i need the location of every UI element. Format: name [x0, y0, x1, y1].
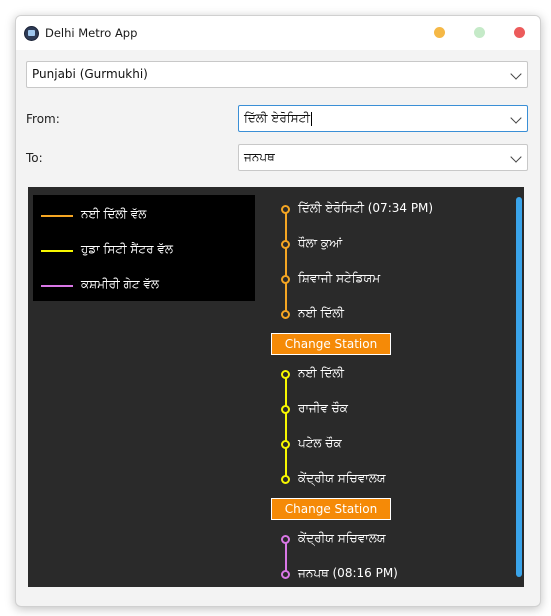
from-station-value: ਦਿੱਲੀ ਏਰੋਸਿਟੀ — [244, 111, 310, 125]
route-line-segment-1 — [285, 210, 287, 315]
to-label: To: — [26, 151, 43, 165]
from-label: From: — [26, 112, 60, 126]
station-label: ਨਈ ਦਿੱਲੀ — [298, 366, 344, 380]
station-marker — [281, 205, 290, 214]
app-window: Delhi Metro App Punjabi (Gurmukhi) From:… — [15, 15, 541, 607]
legend-line-swatch — [41, 285, 73, 287]
change-station-button[interactable]: Change Station — [271, 333, 391, 355]
station-label: ਧੌਲਾ ਕੁਆਂ — [298, 236, 343, 250]
station-marker — [281, 535, 290, 544]
station-marker — [281, 570, 290, 579]
station-marker — [281, 275, 290, 284]
station-marker — [281, 240, 290, 249]
station-label: ਪਟੇਲ ਚੌਕ — [298, 436, 342, 450]
station-label: ਕੇਂਦ੍ਰੀਯ ਸਚਿਵਾਲਯ — [298, 471, 386, 485]
chevron-down-icon — [510, 112, 522, 124]
from-station-select[interactable]: ਦਿੱਲੀ ਏਰੋਸਿਟੀ — [238, 105, 528, 132]
legend-line-swatch — [41, 215, 73, 217]
to-station-value: ਜਨਪਥ — [244, 150, 275, 164]
maximize-button[interactable] — [474, 27, 485, 38]
line-legend: ਨਈ ਦਿੱਲੀ ਵੱਲ ਹੁਡਾ ਸਿਟੀ ਸੈਂਟਰ ਵੱਲ ਕਸ਼ਮੀਰੀ… — [33, 195, 255, 301]
to-station-select[interactable]: ਜਨਪਥ — [238, 144, 528, 171]
station-label: ਜਨਪਥ (08:16 PM) — [298, 566, 398, 580]
text-cursor — [310, 111, 312, 126]
metro-app-icon — [24, 26, 39, 41]
chevron-down-icon — [510, 68, 522, 80]
station-marker — [281, 475, 290, 484]
station-label: ਕੇਂਦ੍ਰੀਯ ਸਚਿਵਾਲਯ — [298, 531, 386, 545]
station-label: ਦਿੱਲੀ ਏਰੋਸਿਟੀ (07:34 PM) — [298, 201, 434, 215]
language-select[interactable]: Punjabi (Gurmukhi) — [26, 61, 528, 88]
station-marker — [281, 310, 290, 319]
language-select-value: Punjabi (Gurmukhi) — [32, 67, 148, 81]
legend-line-swatch — [41, 250, 73, 252]
station-marker — [281, 440, 290, 449]
route-scrollbar[interactable] — [514, 187, 524, 587]
chevron-down-icon — [510, 151, 522, 163]
route-panel: ਨਈ ਦਿੱਲੀ ਵੱਲ ਹੁਡਾ ਸਿਟੀ ਸੈਂਟਰ ਵੱਲ ਕਸ਼ਮੀਰੀ… — [28, 187, 522, 587]
route-line-segment-2 — [285, 375, 287, 480]
change-station-button[interactable]: Change Station — [271, 498, 391, 520]
close-button[interactable] — [514, 27, 525, 38]
window-title: Delhi Metro App — [45, 26, 138, 40]
legend-label: ਹੁਡਾ ਸਿਟੀ ਸੈਂਟਰ ਵੱਲ — [81, 242, 173, 256]
station-label: ਰਾਜੀਵ ਚੌਕ — [298, 401, 348, 415]
minimize-button[interactable] — [434, 27, 445, 38]
station-label: ਸ਼ਿਵਾਜੀ ਸਟੇਡਿਯਮ — [298, 271, 381, 285]
scrollbar-thumb[interactable] — [516, 197, 522, 577]
station-marker — [281, 370, 290, 379]
station-marker — [281, 405, 290, 414]
station-label: ਨਈ ਦਿੱਲੀ — [298, 306, 344, 320]
legend-label: ਕਸ਼ਮੀਰੀ ਗੇਟ ਵੱਲ — [81, 277, 160, 291]
legend-label: ਨਈ ਦਿੱਲੀ ਵੱਲ — [81, 207, 147, 221]
title-bar: Delhi Metro App — [16, 16, 540, 50]
